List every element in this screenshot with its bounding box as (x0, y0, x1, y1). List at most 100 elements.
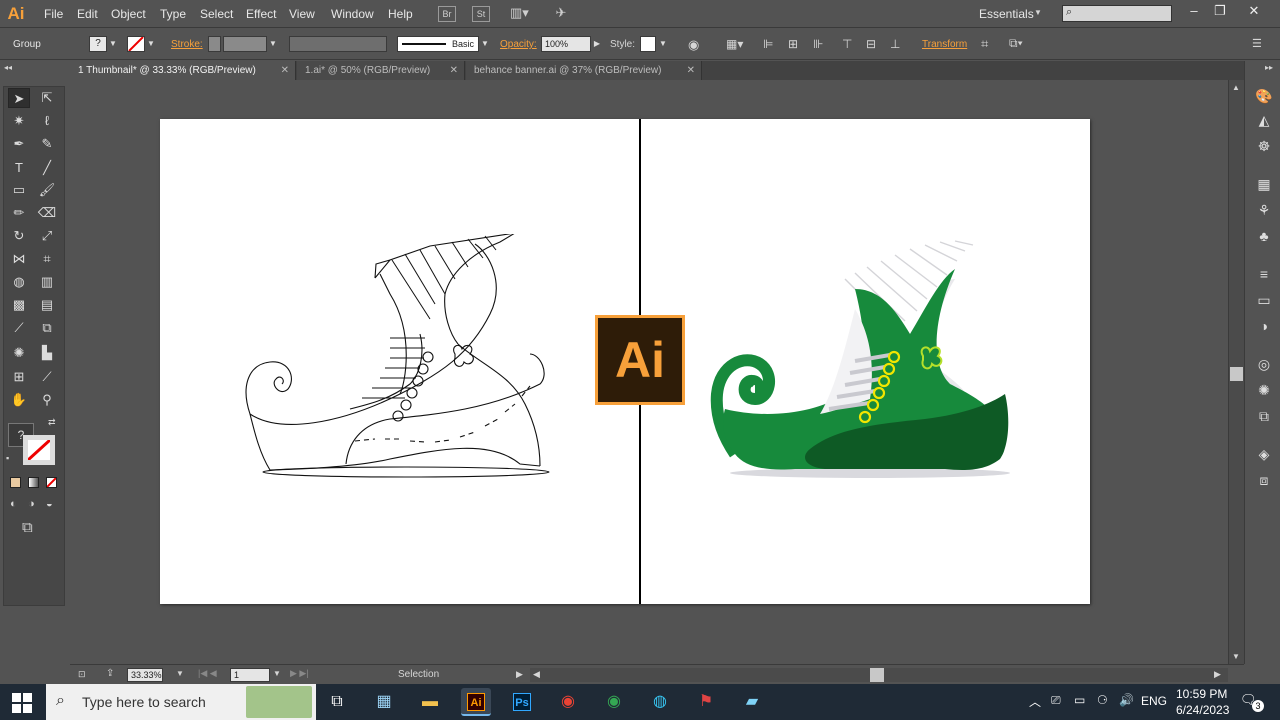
task-view-icon[interactable]: ⧉ (322, 688, 352, 716)
close-icon[interactable]: ✕ (450, 61, 458, 80)
color-mode-icon[interactable] (10, 477, 21, 488)
opacity-field[interactable]: 100% (541, 36, 591, 52)
rectangle-tool[interactable]: ▭ (8, 180, 30, 200)
direct-selection-tool[interactable]: ⇱ (36, 88, 58, 108)
eraser-tool[interactable]: ⌫ (36, 203, 58, 223)
stroke-panel-icon[interactable]: ≡ (1255, 265, 1273, 283)
colored-shoe-illustration[interactable] (705, 239, 1025, 484)
recolor-artwork-icon[interactable]: ◉ (688, 37, 699, 53)
rotate-tool[interactable]: ↻ (8, 226, 30, 246)
fill-swatch[interactable]: ? (89, 36, 107, 52)
artboard-nav-icon[interactable]: ⊡ (78, 669, 86, 680)
curvature-tool[interactable]: ✎ (36, 134, 58, 154)
mesh-tool[interactable]: ▩ (8, 295, 30, 315)
language-indicator[interactable]: ENG (1141, 694, 1167, 708)
zoom-tool[interactable]: ⚲ (36, 390, 58, 410)
appearance-panel-icon[interactable]: ◎ (1255, 355, 1273, 373)
scroll-thumb[interactable] (870, 668, 884, 682)
align-center-icon[interactable]: ⊞ (788, 37, 798, 51)
scroll-thumb[interactable] (1230, 367, 1243, 381)
last-artboard-icon[interactable]: ▶ ▶| (290, 668, 309, 679)
show-hidden-icons-icon[interactable]: ︿ (1029, 693, 1041, 710)
layers-panel-icon[interactable]: ◈ (1255, 445, 1273, 463)
menu-view[interactable]: View (289, 7, 315, 21)
select-similar-icon[interactable]: ⧉▾ (1009, 36, 1023, 51)
vertical-scrollbar[interactable]: ▲ ▼ (1228, 80, 1244, 664)
notification-center-icon[interactable]: 🗨 3 (1240, 692, 1264, 712)
scroll-down-icon[interactable]: ▼ (1232, 652, 1240, 661)
menu-object[interactable]: Object (111, 7, 146, 21)
column-graph-tool[interactable]: ▙ (36, 343, 58, 363)
share-icon[interactable]: ⇪ (106, 668, 114, 679)
tab-behance-banner[interactable]: behance banner.ai @ 37% (RGB/Preview) ✕ (466, 61, 702, 80)
libraries-icon[interactable]: ☸ (1255, 137, 1273, 155)
stroke-color-box[interactable] (23, 435, 55, 465)
scroll-left-icon[interactable]: ◀ (533, 669, 540, 680)
draw-behind-icon[interactable]: ◑ (28, 498, 35, 510)
paintbrush-tool[interactable]: 🖌 (36, 180, 58, 200)
stock-icon[interactable]: St (472, 6, 490, 22)
artboard-number-field[interactable]: 1 (230, 668, 270, 682)
clock-time[interactable]: 10:59 PM (1176, 687, 1227, 701)
transparency-panel-icon[interactable]: ◑ (1255, 317, 1273, 335)
close-icon[interactable]: ✕ (687, 61, 695, 80)
minimize-button[interactable]: – (1184, 3, 1204, 19)
brush-definition[interactable]: Basic (397, 36, 479, 52)
chevron-down-icon[interactable]: ▼ (480, 36, 490, 52)
draw-normal-icon[interactable]: ◐ (10, 498, 17, 510)
hand-tool[interactable]: ✋ (8, 390, 30, 410)
restore-button[interactable]: ❐ (1210, 3, 1230, 19)
swatches-icon[interactable]: ▦ (1255, 175, 1273, 193)
align-bottom-icon[interactable]: ⊥ (890, 37, 900, 51)
bridge-icon[interactable]: Br (438, 6, 456, 22)
chevron-down-icon[interactable]: ▼ (176, 669, 184, 678)
illustrator-taskbar-icon[interactable]: Ai (461, 688, 491, 716)
status-menu-icon[interactable]: ▶ (516, 669, 523, 680)
menu-window[interactable]: Window (331, 7, 374, 21)
artboards-panel-icon[interactable]: ⧈ (1255, 471, 1273, 489)
align-to-selection-icon[interactable]: ▦▾ (726, 37, 743, 51)
gpu-performance-icon[interactable]: ✈ (552, 6, 570, 22)
tab-1-ai[interactable]: 1.ai* @ 50% (RGB/Preview) ✕ (297, 61, 465, 80)
panel-menu-icon[interactable]: ☰ (1252, 37, 1262, 50)
stroke-swatch[interactable] (127, 36, 145, 52)
close-icon[interactable]: ✕ (281, 61, 289, 80)
menu-select[interactable]: Select (200, 7, 233, 21)
expand-panels-icon[interactable]: ▸▸ (1265, 63, 1273, 72)
stroke-weight-stepper[interactable] (208, 36, 221, 52)
edge-icon[interactable]: ◍ (645, 688, 675, 716)
pencil-tool[interactable]: ✏ (8, 203, 30, 223)
slice-tool[interactable]: ⟋ (36, 367, 58, 387)
swap-colors-icon[interactable]: ⇄ (48, 417, 56, 428)
default-colors-icon[interactable]: ▪ (6, 453, 9, 463)
screen-mode-icon[interactable]: ⧉ (22, 519, 33, 536)
app-shortcut-icon[interactable]: ⚑ (691, 688, 721, 716)
chevron-down-icon[interactable]: ▼ (108, 36, 118, 52)
menu-file[interactable]: File (44, 7, 63, 21)
color-guide-icon[interactable]: ◭ (1255, 111, 1273, 129)
graphic-styles-icon[interactable]: ✺ (1255, 381, 1273, 399)
lasso-tool[interactable]: ℓ (36, 111, 58, 131)
asset-export-icon[interactable]: ⧉ (1255, 407, 1273, 425)
artboard-tool[interactable]: ⊞ (8, 367, 30, 387)
scroll-right-icon[interactable]: ▶ (1214, 669, 1221, 680)
scale-tool[interactable]: ⤢ (36, 226, 58, 246)
width-tool[interactable]: ⋈ (8, 249, 30, 269)
meet-now-icon[interactable]: ⎚ (1051, 693, 1061, 708)
shape-builder-tool[interactable]: ◍ (8, 272, 30, 292)
opacity-link[interactable]: Opacity: (500, 39, 537, 50)
eyedropper-tool[interactable]: ⟋ (8, 318, 30, 338)
menu-edit[interactable]: Edit (77, 7, 98, 21)
artboard[interactable]: Ai (160, 119, 1090, 604)
draw-inside-icon[interactable]: ◒ (46, 498, 53, 510)
type-tool[interactable]: T (8, 158, 30, 178)
chrome-icon[interactable]: ◉ (553, 688, 583, 716)
graphic-style-swatch[interactable] (640, 36, 656, 52)
outline-shoe-drawing[interactable] (240, 234, 570, 484)
workspace-switcher[interactable]: Essentials (979, 7, 1034, 21)
arrange-documents-icon[interactable]: ▥▾ (510, 6, 529, 22)
symbol-sprayer-tool[interactable]: ✺ (8, 343, 30, 363)
taskbar-search[interactable]: ⌕ Type here to search (46, 684, 316, 720)
scroll-up-icon[interactable]: ▲ (1232, 83, 1240, 92)
network-icon[interactable]: ⚆ (1097, 693, 1108, 707)
